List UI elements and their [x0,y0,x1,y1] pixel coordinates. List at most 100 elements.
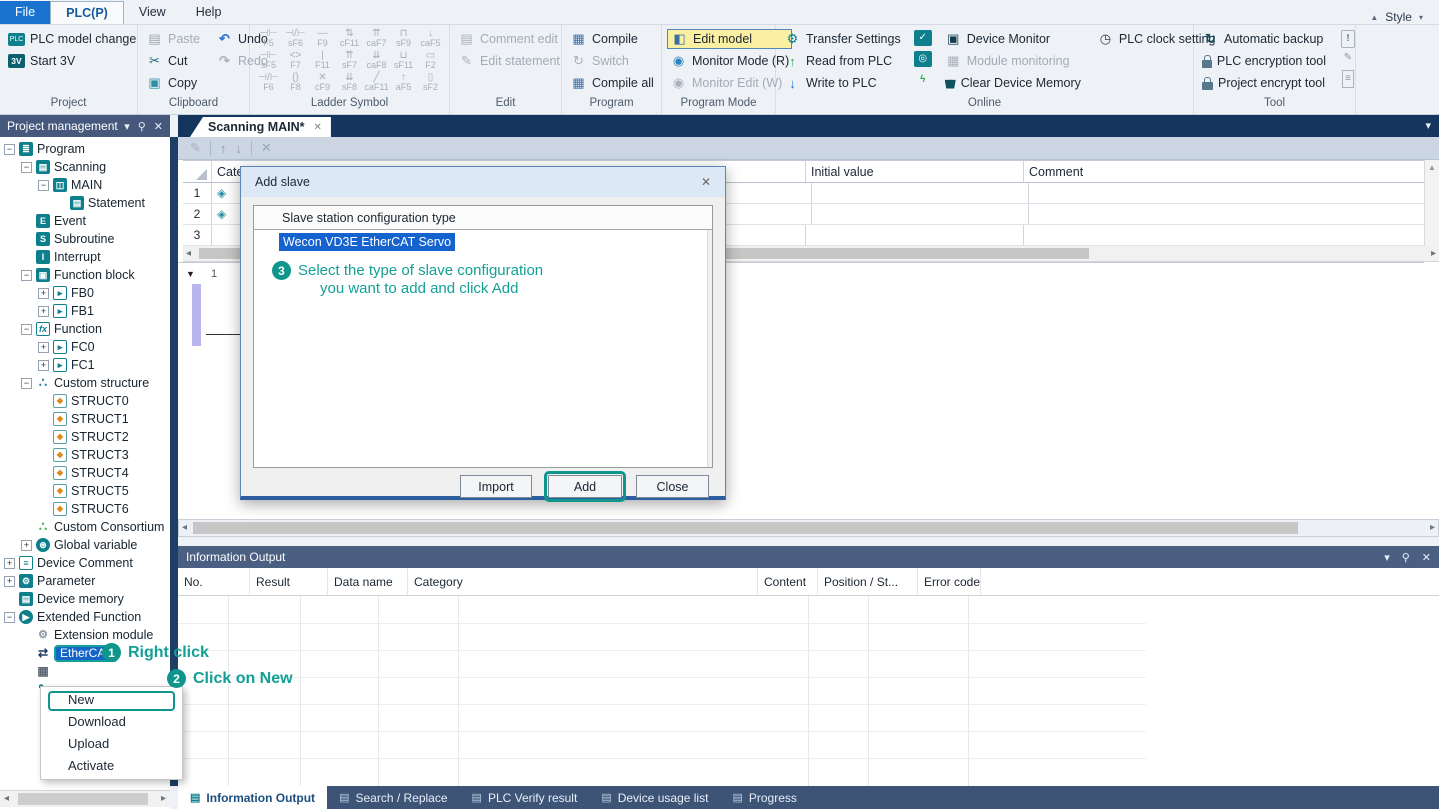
checklist-icon[interactable] [1339,70,1357,86]
tree-item-fc0[interactable]: + ▸ FC0 [0,338,170,356]
tree-item-global-variable[interactable]: + ⊛ Global variable [0,536,170,554]
expand-toggle[interactable]: + [38,360,49,371]
ladder-symbol-button[interactable]: ⇊ sF8 [336,72,363,94]
expand-toggle[interactable]: − [21,270,32,281]
chevron-down-icon[interactable] [1419,13,1423,22]
copy-button[interactable]: Copy [143,72,203,94]
expand-toggle[interactable]: − [21,162,32,173]
start-3v-button[interactable]: Start 3V [5,50,139,72]
chevron-down-icon[interactable] [124,120,130,133]
ladder-symbol-button[interactable]: ⇈ sF7 [336,50,363,72]
tree-item-fb0[interactable]: + ▸ FB0 [0,284,170,302]
expand-toggle[interactable]: + [21,540,32,551]
tree-item-struct0[interactable]: ◆ STRUCT0 [0,392,170,410]
edit-tool-icon[interactable] [1339,50,1357,66]
tree-item-extended-function[interactable]: − ▶ Extended Function [0,608,170,626]
tree-horizontal-scrollbar[interactable] [0,790,170,807]
chevron-down-icon[interactable] [1384,551,1390,564]
menu-item-new[interactable]: New [41,689,182,711]
switch-button[interactable]: Switch [567,50,657,72]
output-column-header[interactable]: Content [758,568,818,595]
ladder-symbol-button[interactable]: ⊣⊢ F5 [255,28,282,50]
ladder-symbol-button[interactable]: ⊣⊢ sF5 [255,50,282,72]
import-button[interactable]: Import [460,475,532,498]
compile-button[interactable]: Compile [567,28,657,50]
write-to-plc-button[interactable]: Write to PLC [781,72,904,94]
tree-item-module[interactable]: ▦ [0,662,170,680]
cut-button[interactable]: Cut [143,50,203,72]
tree-item-struct2[interactable]: ◆ STRUCT2 [0,428,170,446]
plc-encryption-tool-button[interactable]: PLC encryption tool [1199,50,1329,72]
plc-search-icon[interactable] [914,51,932,67]
bottom-tab[interactable]: ▤ Information Output [178,786,327,809]
tree-item-struct6[interactable]: ◆ STRUCT6 [0,500,170,518]
expand-toggle[interactable]: − [38,180,49,191]
paste-button[interactable]: Paste [143,28,203,50]
list-scrollbar[interactable] [707,230,712,467]
scroll-right-icon[interactable] [1431,248,1436,259]
output-column-header[interactable]: Data name [328,568,408,595]
scrollbar-thumb[interactable] [18,793,148,805]
tree-item-fc1[interactable]: + ▸ FC1 [0,356,170,374]
ladder-symbol-button[interactable]: ╱ caF11 [363,72,390,94]
expand-toggle[interactable]: − [4,612,15,623]
tab-scanning-main[interactable]: Scanning MAIN* [190,117,331,137]
close-button[interactable]: Close [636,475,709,498]
pin-icon[interactable] [1402,551,1410,564]
output-column-header[interactable]: Position / St... [818,568,918,595]
edit-wand-icon[interactable] [190,140,201,156]
style-selector[interactable]: Style [1370,10,1439,24]
close-icon[interactable] [154,120,163,133]
tab-list-icon[interactable] [1425,119,1431,132]
expand-toggle[interactable]: + [4,576,15,587]
ladder-symbol-button[interactable]: ⇈ caF7 [363,28,390,50]
tree-item-program[interactable]: − ≣ Program [0,140,170,158]
device-monitor-button[interactable]: Device Monitor [942,28,1084,50]
tree-item-custom-structure[interactable]: − ∴ Custom structure [0,374,170,392]
dialog-close-icon[interactable] [701,175,711,189]
tab-view[interactable]: View [124,1,181,24]
output-column-header[interactable]: Error code [918,568,981,595]
tree-item-statement[interactable]: ▤ Statement [0,194,170,212]
initial-value-cell[interactable] [812,183,1030,203]
corner-cell[interactable] [183,161,212,182]
edit-model-button[interactable]: Edit model [667,29,792,49]
comment-cell[interactable] [1029,183,1424,203]
tree-item-extension-module[interactable]: ⚙ Extension module [0,626,170,644]
menu-item-activate[interactable]: Activate [41,755,182,777]
output-column-header[interactable]: Result [250,568,328,595]
transfer-settings-button[interactable]: Transfer Settings [781,28,904,50]
ladder-symbol-button[interactable]: ⊣/⊢ F6 [255,72,282,94]
bottom-tab[interactable]: ▤ Progress [720,786,808,809]
bottom-tab[interactable]: ▤ PLC Verify result [460,786,590,809]
tree-item-device-comment[interactable]: + ≡ Device Comment [0,554,170,572]
ladder-symbol-button[interactable]: {} F8 [282,72,309,94]
scroll-right-icon[interactable] [161,793,166,804]
pin-icon[interactable] [138,120,146,133]
expand-toggle[interactable]: − [4,144,15,155]
move-down-icon[interactable]: ↓ [235,141,242,156]
column-header-initial-value[interactable]: Initial value [806,161,1024,182]
output-column-header[interactable]: No. [178,568,250,595]
menu-item-download[interactable]: Download [41,711,182,733]
menu-item-upload[interactable]: Upload [41,733,182,755]
tree-item-scanning[interactable]: − ▤ Scanning [0,158,170,176]
collapse-ribbon-icon[interactable] [1370,13,1378,22]
plc-model-change-button[interactable]: PLC model change [5,28,139,50]
tab-file[interactable]: File [0,1,50,24]
column-header-comment[interactable]: Comment [1024,161,1419,182]
move-up-icon[interactable]: ↑ [220,141,227,156]
ladder-symbol-button[interactable]: <> F7 [282,50,309,72]
wireless-icon[interactable] [914,72,932,88]
scroll-left-icon[interactable] [186,248,191,259]
scroll-left-icon[interactable] [182,522,187,533]
initial-value-cell[interactable] [806,225,1024,245]
clear-device-memory-button[interactable]: Clear Device Memory [942,72,1084,94]
expand-toggle[interactable]: − [21,324,32,335]
ladder-symbol-button[interactable]: ✕ cF9 [309,72,336,94]
monitor-edit-button[interactable]: Monitor Edit (W) [667,72,792,94]
ladder-symbol-button[interactable]: ⊓ sF9 [390,28,417,50]
tree-item-interrupt[interactable]: I Interrupt [0,248,170,266]
initial-value-cell[interactable] [812,204,1030,224]
automatic-backup-button[interactable]: Automatic backup [1199,28,1329,50]
